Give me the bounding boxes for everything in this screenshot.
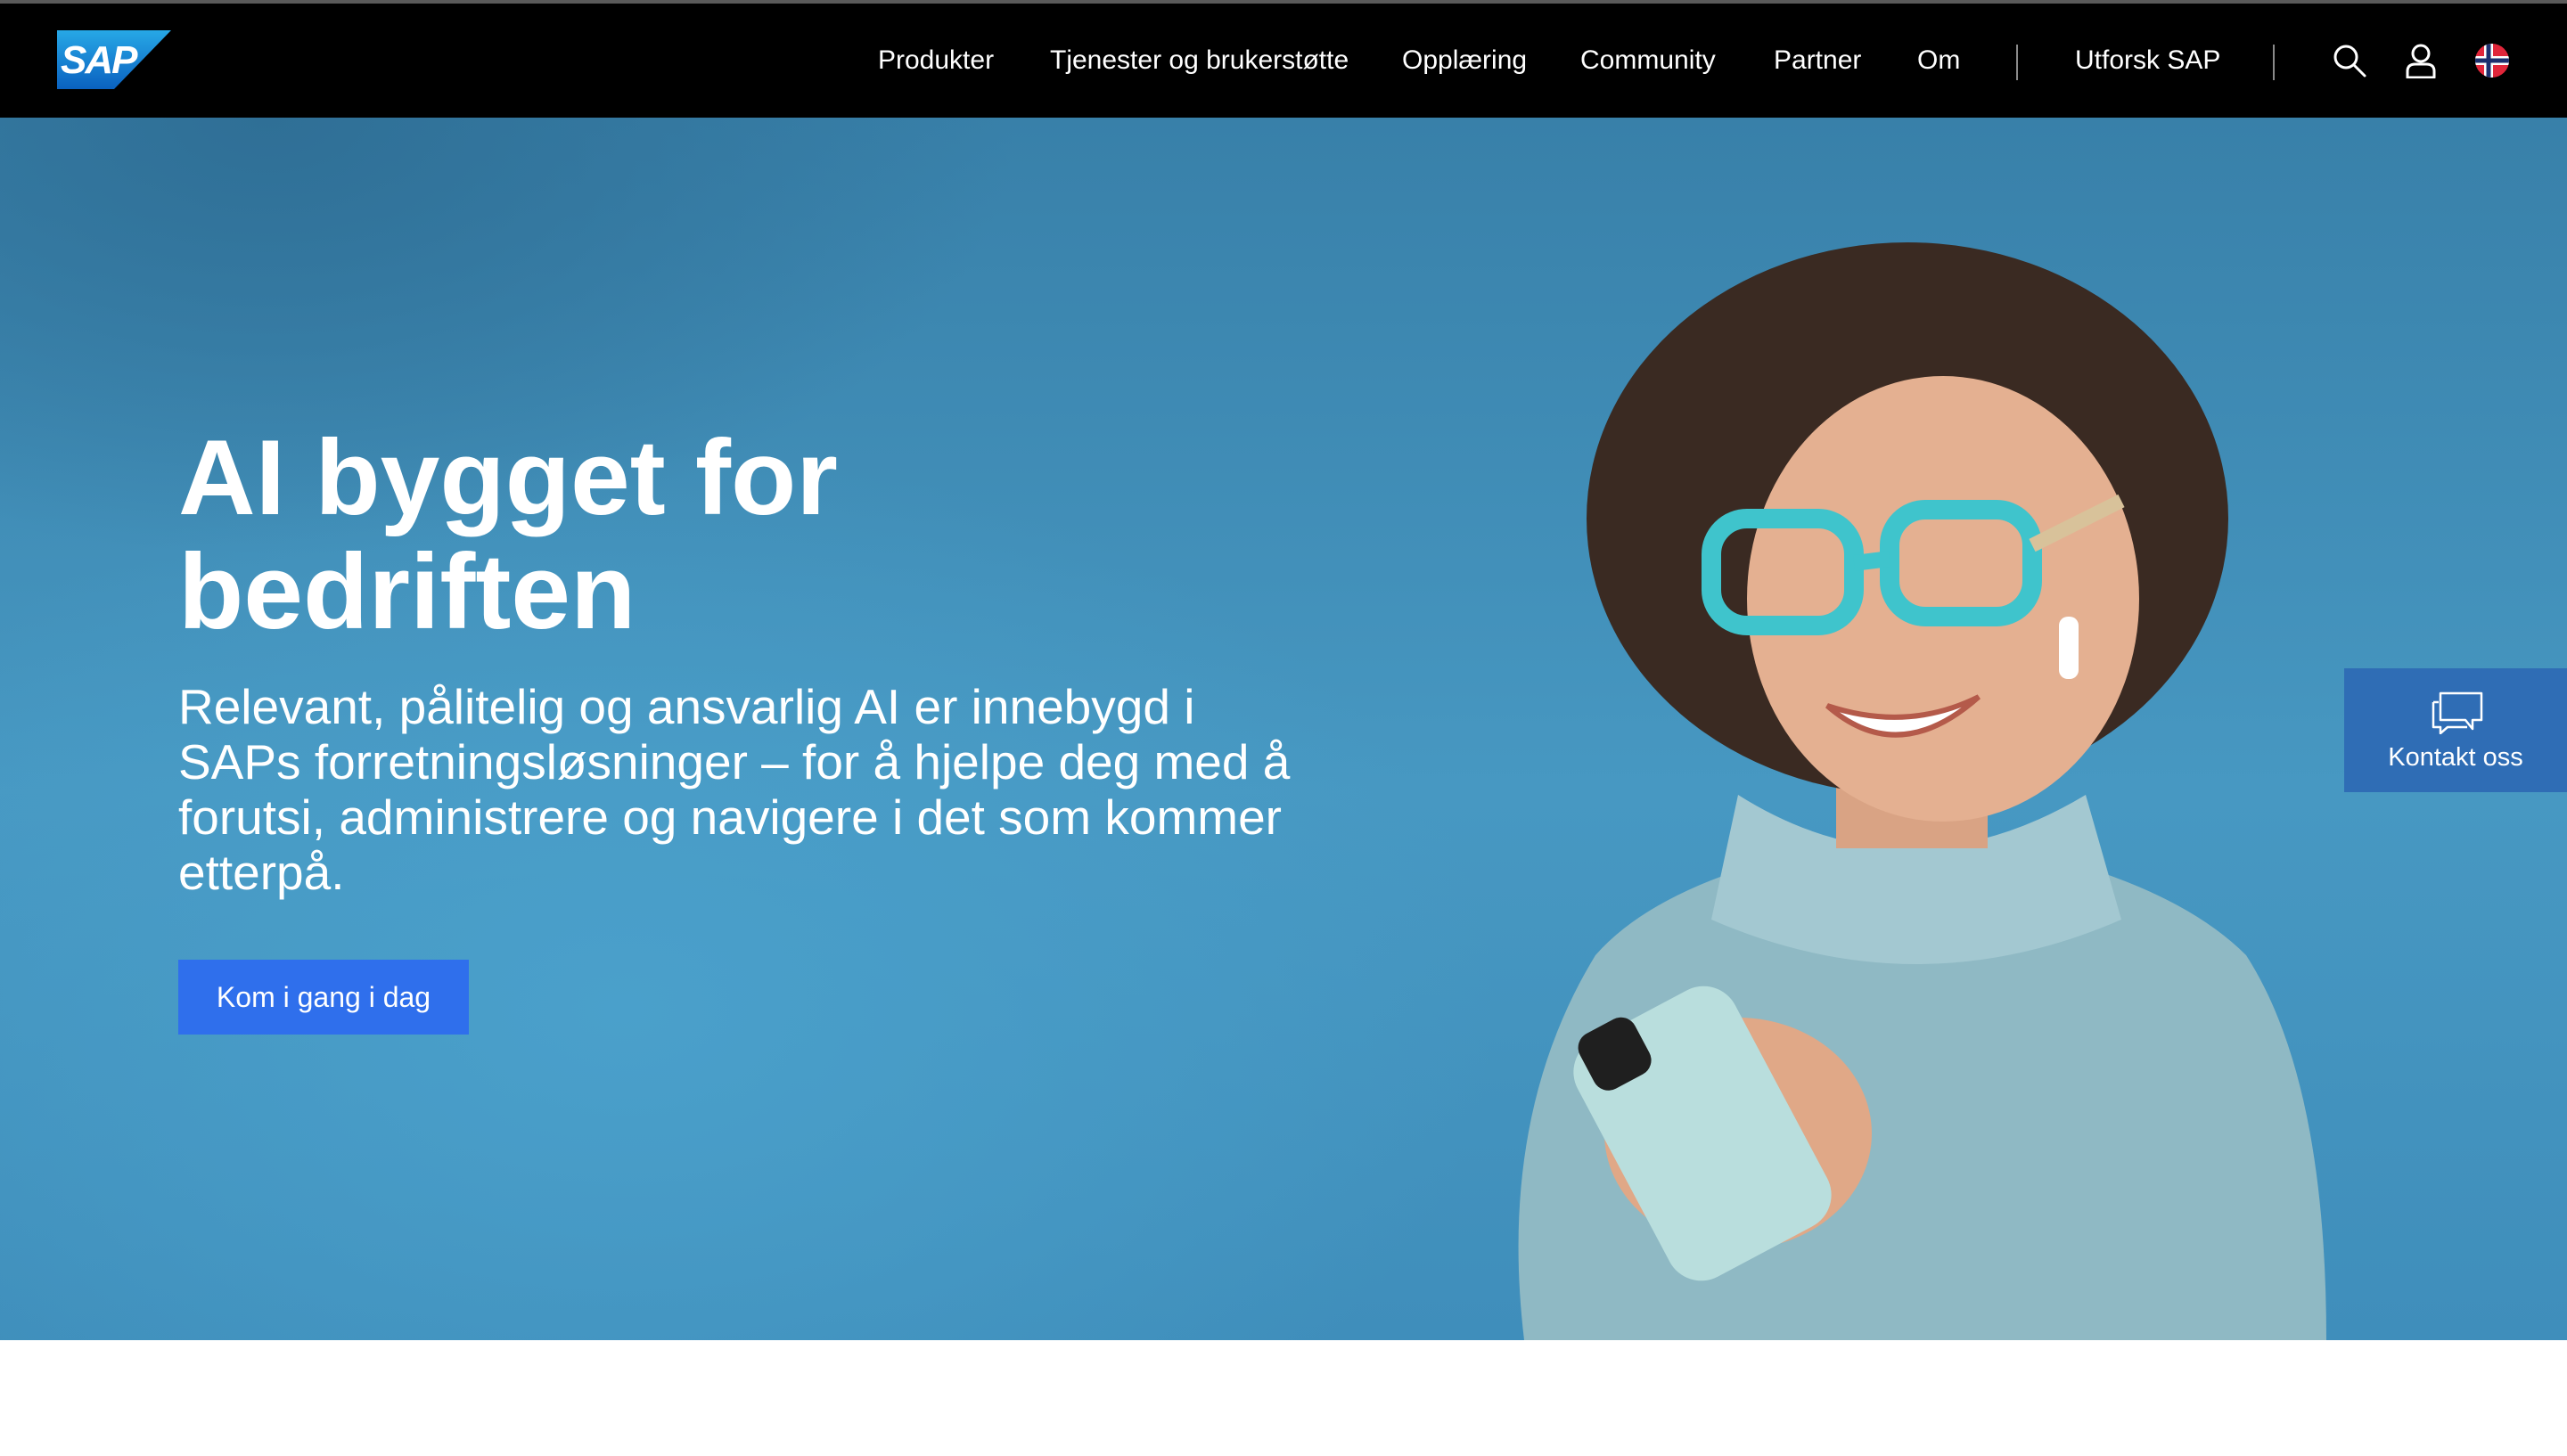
nav-item-om[interactable]: Om [1917, 4, 1960, 118]
norway-flag-icon[interactable] [2474, 43, 2510, 78]
hero-person-image [1518, 242, 2326, 1340]
nav-item-tjenester[interactable]: Tjenester og brukerstøtte [1050, 4, 1349, 118]
hero-banner: AI bygget for bedriften Relevant, pålite… [0, 118, 2567, 1340]
hero-title-line-1: AI bygget for [178, 418, 838, 537]
hero-subtitle: Relevant, pålitelig og ansvarlig AI er i… [178, 679, 1291, 900]
nav-divider [2273, 45, 2275, 80]
hero-title-line-2: bedriften [178, 532, 636, 651]
contact-us-label: Kontakt oss [2388, 743, 2523, 772]
site-header: SAP Produkter Tjenester og brukerstøtte … [0, 4, 2567, 118]
get-started-button[interactable]: Kom i gang i dag [178, 960, 469, 1035]
nav-item-utforsk-sap[interactable]: Utforsk SAP [2075, 4, 2220, 118]
hero-title: AI bygget for bedriften [178, 421, 1248, 649]
main-nav: Produkter Tjenester og brukerstøtte Oppl… [0, 4, 2567, 118]
search-icon[interactable] [2332, 43, 2367, 78]
nav-item-partner[interactable]: Partner [1774, 4, 1861, 118]
contact-us-button[interactable]: Kontakt oss [2344, 668, 2567, 792]
user-icon[interactable] [2403, 43, 2439, 79]
nav-item-community[interactable]: Community [1580, 4, 1716, 118]
nav-divider [2016, 45, 2018, 80]
chat-bubbles-icon [2432, 691, 2483, 734]
nav-item-opplaering[interactable]: Opplæring [1402, 4, 1527, 118]
nav-item-produkter[interactable]: Produkter [878, 4, 994, 118]
